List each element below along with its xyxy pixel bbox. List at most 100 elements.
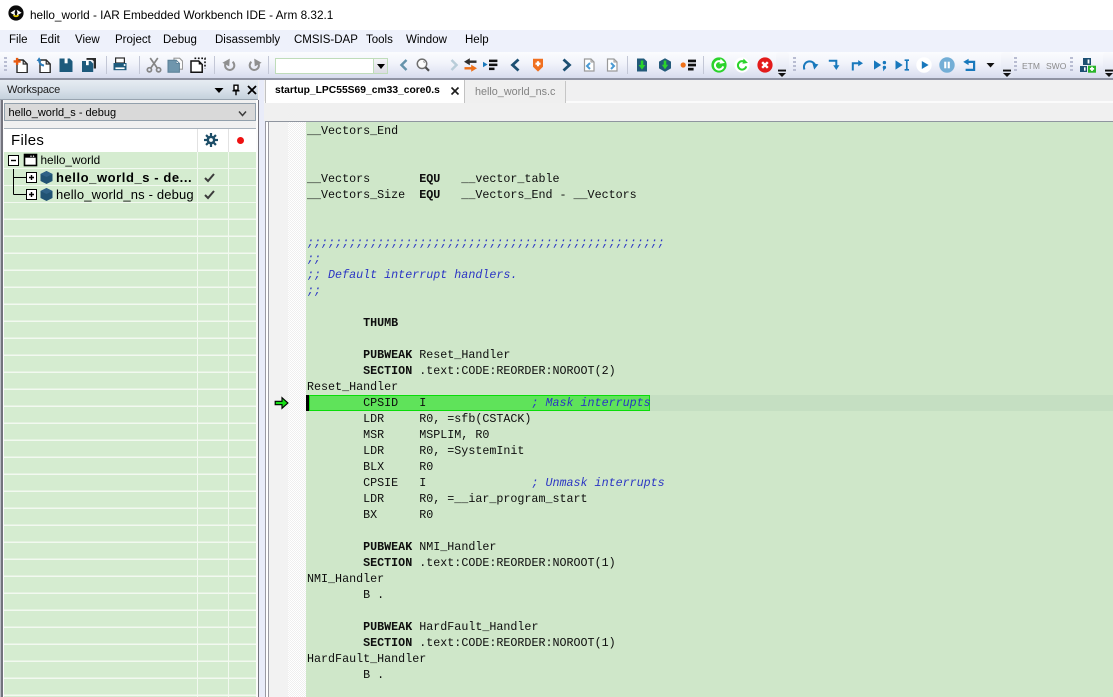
goto-button[interactable]: [482, 57, 498, 73]
redo-button[interactable]: [246, 57, 262, 73]
menu-item-project[interactable]: Project: [115, 34, 151, 46]
code-line-1: __Vectors_End: [307, 123, 1113, 139]
code-line-29: NMI_Handler: [307, 571, 1113, 587]
workspace-panel-header[interactable]: Workspace: [0, 80, 258, 100]
save-all-button[interactable]: [81, 57, 97, 73]
code-line-9: ;;: [307, 251, 1113, 267]
files-header-label: Files: [11, 132, 44, 149]
next-file-button[interactable]: [604, 57, 620, 73]
step-over-button[interactable]: [803, 57, 819, 73]
checkmark-icon: [203, 171, 216, 184]
menu-item-view[interactable]: View: [75, 34, 100, 46]
code-line-11: ;;: [307, 283, 1113, 299]
menu-item-file[interactable]: File: [9, 34, 28, 46]
workspace-empty-rows: [4, 203, 256, 697]
tree-row-hello-world-ns-debug[interactable]: hello_world_ns - debug: [4, 186, 256, 203]
debug-without-downloading-button[interactable]: [657, 57, 673, 73]
workspace-config-value: hello_world_s - debug: [9, 107, 117, 119]
tab-startup-file[interactable]: startup_LPC55S69_cm33_core0.s: [265, 80, 465, 103]
menu-item-tools[interactable]: Tools: [366, 34, 393, 46]
code-line-23: CPSIE I ; Unmask interrupts: [307, 475, 1113, 491]
stop-debugging-button[interactable]: [962, 57, 978, 73]
code-line-33: SECTION .text:CODE:REORDER:NOROOT(1): [307, 635, 1113, 651]
tab-hello-world-ns[interactable]: hello_world_ns.c: [465, 81, 566, 103]
workspace-config-selector[interactable]: hello_world_s - debug: [4, 103, 256, 121]
menu-item-cmsis-dap[interactable]: CMSIS-DAP: [294, 34, 358, 46]
previous-topic-button[interactable]: [508, 57, 524, 73]
go-button[interactable]: [916, 57, 932, 73]
tree-row-hello-world-s-de-[interactable]: hello_world_s - de...: [4, 169, 256, 186]
toolbar-divider: [703, 56, 704, 74]
source-editor[interactable]: __Vectors_End__Vectors EQU __vector_tabl…: [265, 121, 1113, 697]
tree-row-label: hello_world_s - de...: [56, 170, 192, 185]
breakpoints-window-button[interactable]: [680, 57, 697, 73]
code-area[interactable]: __Vectors_End__Vectors EQU __vector_tabl…: [307, 123, 1113, 683]
combobox-dropdown-icon[interactable]: [373, 59, 387, 73]
quick-search-input[interactable]: [277, 60, 372, 72]
navigate-backward-button[interactable]: [397, 57, 413, 73]
code-line-12: [307, 299, 1113, 315]
toolbar-overflow-button[interactable]: [1103, 52, 1113, 79]
reset-button[interactable]: [711, 57, 727, 73]
toolbar-divider: [214, 56, 215, 74]
workspace-menu-dropdown-icon[interactable]: [213, 84, 225, 96]
code-line-10: ;; Default interrupt handlers.: [307, 267, 1113, 283]
workspace-pin-icon[interactable]: [230, 84, 242, 96]
breakpoint-column-dot-icon[interactable]: [237, 137, 245, 145]
menu-item-help[interactable]: Help: [465, 34, 489, 46]
toolbar-grip: [1014, 57, 1017, 73]
column-divider: [228, 129, 230, 152]
swo-button[interactable]: SWO: [1046, 61, 1066, 71]
break-button[interactable]: [757, 57, 773, 73]
print-button[interactable]: [112, 57, 128, 73]
tab-close-icon[interactable]: [450, 86, 460, 96]
restart-debugger-button[interactable]: [734, 57, 750, 73]
download-and-debug-button[interactable]: [634, 57, 650, 73]
code-line-21: LDR R0, =SystemInit: [307, 443, 1113, 459]
code-line-14: [307, 331, 1113, 347]
code-line-25: BX R0: [307, 507, 1113, 523]
toolbar-overflow-button[interactable]: [776, 52, 789, 79]
copy-button[interactable]: [167, 57, 183, 73]
workspace-panel: Workspace hello_world_s - debug Files: [0, 80, 258, 697]
undo-button[interactable]: [222, 57, 238, 73]
open-document-button[interactable]: [36, 57, 52, 73]
tree-row-hello-world[interactable]: hello_world: [4, 152, 256, 169]
stop-debugging-dropdown-icon[interactable]: [986, 57, 995, 73]
menu-item-edit[interactable]: Edit: [40, 34, 60, 46]
previous-file-button[interactable]: [581, 57, 597, 73]
step-out-button[interactable]: [849, 57, 865, 73]
navigate-forward-button[interactable]: [445, 57, 461, 73]
toolbar-grip: [4, 57, 7, 73]
save-button[interactable]: [58, 57, 74, 73]
next-statement-button[interactable]: [872, 57, 888, 73]
iar-embedded-workbench-window: hello_world - IAR Embedded Workbench IDE…: [0, 0, 1113, 697]
new-document-button[interactable]: [13, 57, 29, 73]
code-line-22: BLX R0: [307, 459, 1113, 475]
toolbar-overflow-button[interactable]: [1001, 52, 1013, 79]
menu-item-disassembly[interactable]: Disassembly: [215, 34, 280, 46]
run-to-cursor-button[interactable]: [894, 57, 910, 73]
find-next-button[interactable]: [462, 57, 479, 73]
cut-button[interactable]: [146, 57, 162, 73]
pack-installer-button[interactable]: [530, 57, 546, 73]
code-line-15: PUBWEAK Reset_Handler: [307, 347, 1113, 363]
paste-button[interactable]: [190, 57, 206, 73]
step-into-button[interactable]: [827, 57, 843, 73]
build-options-gear-icon[interactable]: [204, 133, 218, 147]
break-pause-button[interactable]: [939, 57, 955, 73]
code-line-5: __Vectors_Size EQU __Vectors_End - __Vec…: [307, 187, 1113, 203]
code-line-7: [307, 219, 1113, 235]
menu-item-debug[interactable]: Debug: [163, 34, 197, 46]
checkmark-icon: [203, 188, 216, 201]
workspace-close-icon[interactable]: [246, 84, 258, 96]
menu-item-window[interactable]: Window: [406, 34, 447, 46]
files-column-header[interactable]: Files: [4, 129, 256, 152]
iar-app-icon: [8, 5, 24, 21]
next-topic-button[interactable]: [558, 57, 574, 73]
find-button[interactable]: [415, 57, 432, 73]
resource-meter-button[interactable]: [1080, 57, 1096, 73]
quick-search-combobox[interactable]: [275, 58, 388, 74]
code-line-19: LDR R0, =sfb(CSTACK): [307, 411, 1113, 427]
etm-button[interactable]: ETM: [1022, 61, 1040, 71]
